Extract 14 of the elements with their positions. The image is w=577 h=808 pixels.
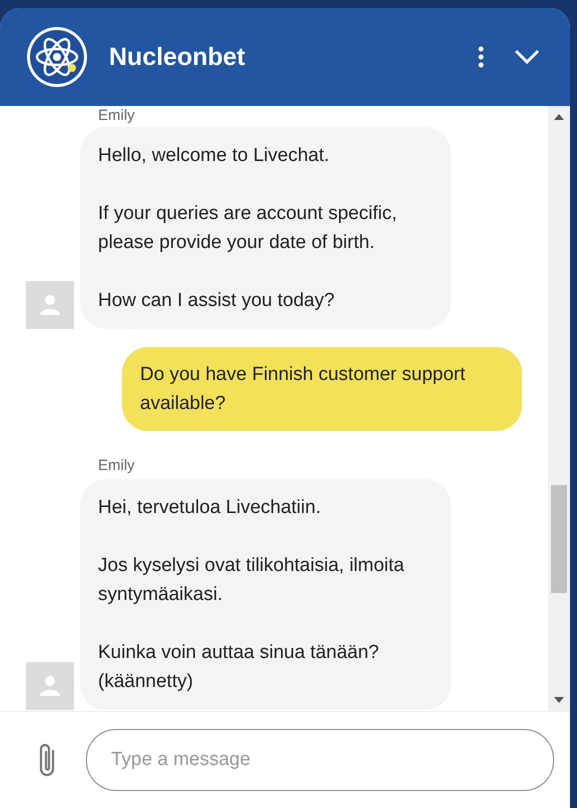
atom-logo-icon <box>27 27 87 87</box>
scrollbar[interactable] <box>548 106 570 711</box>
scroll-up-icon[interactable] <box>554 114 564 120</box>
sender-name: Emily <box>98 457 136 475</box>
agent-message: Hei, tervetuloa Livechatiin. Jos kyselysi ovat tilikohtaisia, ilmoita syntymäaikasi. Kuinka voin auttaa sinua tänään? (käännetty) <box>80 479 451 710</box>
avatar-icon <box>26 662 74 710</box>
avatar-icon <box>26 281 74 329</box>
scroll-down-icon[interactable] <box>554 697 564 703</box>
scrollbar-thumb[interactable] <box>551 485 567 593</box>
sender-name: Emily <box>98 107 136 125</box>
message-input[interactable]: Type a message <box>86 729 554 791</box>
chat-title: Nucleonbet <box>109 42 246 72</box>
user-message: Do you have Finnish customer support available? <box>122 347 522 431</box>
agent-message: Hello, welcome to Livechat. If your queries are account specific, please provide your date of birth. How can I assist you today? <box>80 127 451 329</box>
